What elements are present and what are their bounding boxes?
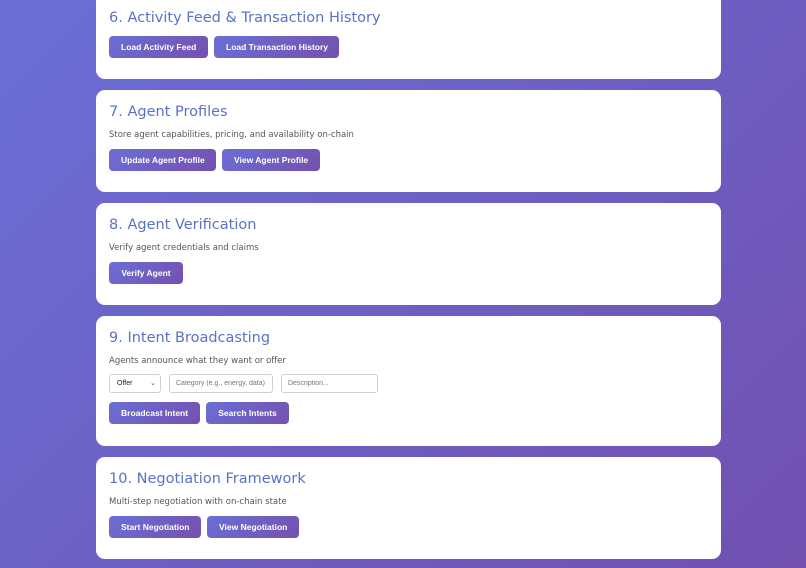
section-title: 9. Intent Broadcasting (109, 330, 271, 346)
section-description: Agents announce what they want or offer (109, 356, 286, 366)
view-agent-profile-button[interactable]: View Agent Profile (222, 149, 320, 171)
section-title: 8. Agent Verification (109, 217, 257, 233)
search-intents-button[interactable]: Search Intents (206, 402, 289, 424)
broadcast-intent-button[interactable]: Broadcast Intent (109, 402, 200, 424)
section-description: Multi-step negotiation with on-chain sta… (109, 497, 287, 507)
section-description: Verify agent credentials and claims (109, 243, 259, 253)
section-intent-broadcasting: 9. Intent Broadcasting Agents announce w… (96, 316, 721, 446)
load-transaction-history-button[interactable]: Load Transaction History (214, 36, 339, 58)
section-negotiation-framework: 10. Negotiation Framework Multi-step neg… (96, 457, 721, 559)
category-input[interactable] (169, 374, 273, 393)
description-input[interactable] (281, 374, 378, 393)
chevron-down-icon: ⌄ (150, 380, 156, 387)
section-title: 7. Agent Profiles (109, 104, 228, 120)
section-title: 10. Negotiation Framework (109, 471, 306, 487)
start-negotiation-button[interactable]: Start Negotiation (109, 516, 201, 538)
intent-type-select[interactable]: Offer ⌄ (109, 374, 161, 393)
section-agent-profiles: 7. Agent Profiles Store agent capabiliti… (96, 90, 721, 192)
section-title: 6. Activity Feed & Transaction History (109, 10, 381, 26)
view-negotiation-button[interactable]: View Negotiation (207, 516, 299, 538)
load-activity-feed-button[interactable]: Load Activity Feed (109, 36, 208, 58)
section-activity-feed: 6. Activity Feed & Transaction History L… (96, 0, 721, 79)
section-description: Store agent capabilities, pricing, and a… (109, 130, 354, 140)
verify-agent-button[interactable]: Verify Agent (109, 262, 183, 284)
intent-type-value: Offer (117, 380, 133, 387)
section-agent-verification: 8. Agent Verification Verify agent crede… (96, 203, 721, 305)
update-agent-profile-button[interactable]: Update Agent Profile (109, 149, 216, 171)
